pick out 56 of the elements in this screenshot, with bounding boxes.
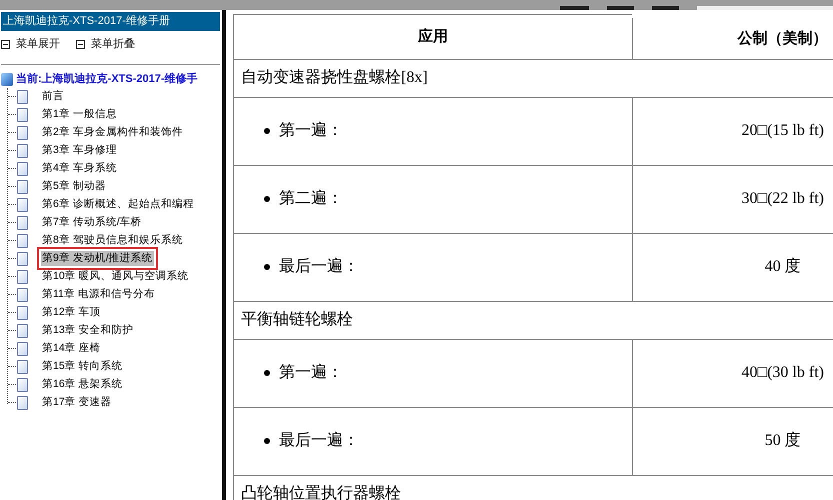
page-icon [17,270,28,284]
list-icon [1,40,10,49]
section-cell: 平衡轴链轮螺栓 [234,301,833,339]
page-icon [17,396,28,410]
list-icon [76,40,85,49]
page-icon [17,144,28,158]
tree-item[interactable]: 第5章 制动器 [41,178,107,194]
tree-item[interactable]: 第12章 车顶 [41,304,102,320]
bullet-icon [264,196,270,202]
page-icon [17,198,28,212]
page-icon [17,162,28,176]
step-label: 第一遍： [279,120,343,141]
bullet-icon [264,438,270,444]
tree-item[interactable]: 第7章 传动系统/车桥 [41,214,143,230]
tree-item[interactable]: 第3章 车身修理 [41,142,118,158]
menu-button[interactable]: 菜单展开 [1,36,60,52]
page-icon [17,216,28,230]
tree-item[interactable]: 第14章 座椅 [41,340,102,356]
page-icon [17,306,28,320]
tree-item[interactable]: 第15章 转向系统 [41,358,124,374]
bullet-icon [264,370,270,376]
page-icon [17,180,28,194]
page-icon [17,378,28,392]
tree-item[interactable]: 第1章 一般信息 [41,106,118,122]
tree-item[interactable]: 第16章 悬架系统 [41,376,124,392]
sidebar-title: 上海凯迪拉克-XTS-2017-维修手册 [1,12,220,31]
page-icon [17,234,28,248]
step-label: 最后一遍： [279,430,359,451]
tree-item[interactable]: 第2章 车身金属构件和装饰件 [41,124,184,140]
tree-item[interactable]: 第11章 电源和信号分布 [41,286,156,302]
tree-item[interactable]: 第8章 驾驶员信息和娱乐系统 [41,232,184,248]
step-label: 最后一遍： [279,256,359,277]
section-cell: 自动变速器挠性盘螺栓[8x] [234,59,833,97]
column-header: 应用 [234,14,633,59]
bullet-icon [264,128,270,134]
tree-item[interactable]: 第6章 诊断概述、起始点和编程 [41,196,195,212]
page-icon [17,324,28,338]
menu-button[interactable]: 菜单折叠 [76,36,135,52]
step-label: 第二遍： [279,188,343,209]
tree-item[interactable]: 第10章 暖风、通风与空调系统 [41,268,190,284]
page-icon [17,342,28,356]
page-icon [17,126,28,140]
tree-item[interactable]: 第13章 安全和防护 [41,322,135,338]
tree-item[interactable]: 前言 [41,88,65,104]
computer-icon [1,72,13,86]
page-icon [17,90,28,104]
tree-root-label: 当前:上海凯迪拉克-XTS-2017-维修手 [16,72,198,87]
bullet-icon [264,264,270,270]
page-icon [17,360,28,374]
page-icon [17,108,28,122]
step-label: 第一遍： [279,362,343,383]
page-icon [17,252,28,266]
tree-item[interactable]: 第4章 车身系统 [41,160,118,176]
page-icon [17,288,28,302]
tree-item[interactable]: 第17章 变速器 [41,394,113,410]
tree-item[interactable]: 第9章 发动机/推进系统 [41,250,154,266]
